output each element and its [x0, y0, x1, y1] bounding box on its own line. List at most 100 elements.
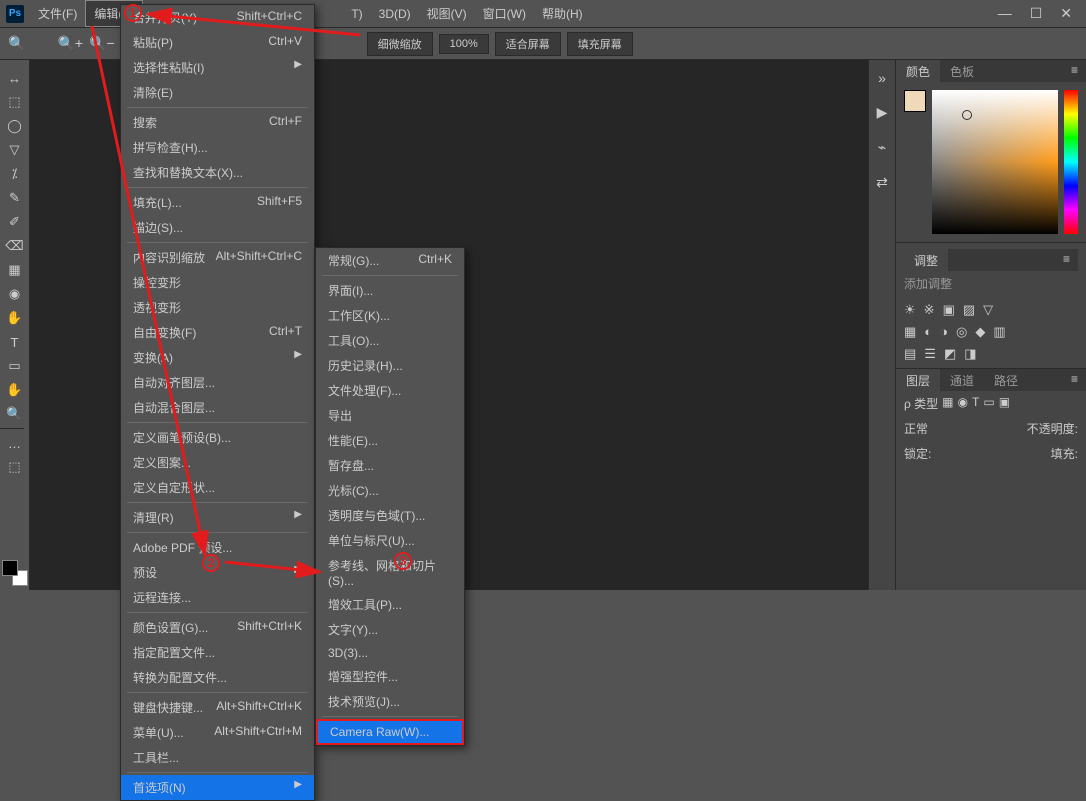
levels-icon[interactable]: ※: [924, 302, 935, 318]
gradmap-icon[interactable]: ☰: [924, 346, 936, 362]
pref-menu-item[interactable]: 导出: [316, 403, 464, 428]
edit-menu-item[interactable]: 键盘快捷键...Alt+Shift+Ctrl+K: [121, 695, 314, 720]
bw-icon[interactable]: ◐: [924, 324, 932, 340]
menu-t[interactable]: T): [343, 3, 370, 25]
pref-menu-item[interactable]: 技术预览(J)...: [316, 689, 464, 714]
filter-kind[interactable]: ρ 类型: [904, 395, 938, 412]
pref-menu-item[interactable]: 3D(3)...: [316, 642, 464, 664]
swap-icon[interactable]: ⇄: [876, 174, 888, 191]
selcol-icon[interactable]: ◩: [944, 346, 956, 362]
styles-icon[interactable]: ⌁: [878, 139, 886, 156]
pref-menu-item[interactable]: 光标(C)...: [316, 478, 464, 503]
opt-scrubby[interactable]: 细微缩放: [367, 32, 433, 56]
pref-menu-item[interactable]: 暂存盘...: [316, 453, 464, 478]
edit-menu-item[interactable]: 合并拷贝(Y)Shift+Ctrl+C: [121, 5, 314, 30]
tab-paths[interactable]: 路径: [984, 369, 1028, 391]
opt-fit[interactable]: 适合屏幕: [495, 32, 561, 56]
color-field[interactable]: [932, 90, 1058, 234]
adj-menu-icon[interactable]: ≡: [1055, 249, 1078, 271]
edit-menu-item[interactable]: 填充(L)...Shift+F5: [121, 190, 314, 215]
edit-menu-item[interactable]: 粘贴(P)Ctrl+V: [121, 30, 314, 55]
panel-menu-icon[interactable]: ≡: [1063, 60, 1086, 82]
tab-swatches[interactable]: 色板: [940, 60, 984, 82]
edit-menu-item[interactable]: 颜色设置(G)...Shift+Ctrl+K: [121, 615, 314, 640]
expand-icon[interactable]: »: [878, 70, 886, 86]
edit-menu-item[interactable]: 工具栏...: [121, 745, 314, 770]
menu-view[interactable]: 视图(V): [419, 1, 475, 26]
type-tool-icon[interactable]: T: [3, 331, 27, 353]
minimize-icon[interactable]: —: [998, 5, 1012, 22]
edit-menu-item[interactable]: 转换为配置文件...: [121, 665, 314, 690]
edit-menu-item[interactable]: 自动对齐图层...: [121, 370, 314, 395]
hand-tool-icon[interactable]: ✋: [3, 379, 27, 401]
menu-help[interactable]: 帮助(H): [534, 1, 591, 26]
pencil-tool-icon[interactable]: ✐: [3, 211, 27, 233]
crop-tool-icon[interactable]: ⁒: [3, 163, 27, 185]
edit-menu-item[interactable]: 拼写检查(H)...: [121, 135, 314, 160]
brightness-icon[interactable]: ☀: [904, 302, 916, 318]
pref-menu-item[interactable]: 透明度与色域(T)...: [316, 503, 464, 528]
exposure-icon[interactable]: ▨: [963, 302, 975, 318]
hue-icon[interactable]: ▦: [904, 324, 916, 340]
color-picker-ring[interactable]: [962, 110, 972, 120]
edit-menu-item[interactable]: 清除(E): [121, 80, 314, 105]
menu-file[interactable]: 文件(F): [30, 1, 85, 26]
pref-menu-item[interactable]: 文件处理(F)...: [316, 378, 464, 403]
edit-menu-item[interactable]: 远程连接...: [121, 585, 314, 610]
hue-slider[interactable]: [1064, 90, 1078, 234]
edit-menu-item[interactable]: 菜单(U)...Alt+Shift+Ctrl+M: [121, 720, 314, 745]
color-chips[interactable]: [2, 560, 28, 586]
edit-menu-item[interactable]: 内容识别缩放Alt+Shift+Ctrl+C: [121, 245, 314, 270]
dodge-tool-icon[interactable]: ◉: [3, 283, 27, 305]
fg-color-chip[interactable]: [2, 560, 18, 576]
edit-menu-item[interactable]: Adobe PDF 预设...: [121, 535, 314, 560]
edit-menu-item[interactable]: 选择性粘贴(I)▶: [121, 55, 314, 80]
thresh-icon[interactable]: ▤: [904, 346, 916, 362]
play-icon[interactable]: ▶: [877, 104, 888, 121]
lookup-icon[interactable]: ◎: [956, 324, 967, 340]
mixer-icon[interactable]: ◑: [940, 324, 948, 340]
edit-toolbar-icon[interactable]: …: [3, 432, 27, 454]
filt-smart-icon[interactable]: ▣: [999, 395, 1010, 412]
pref-menu-item[interactable]: 工作区(K)...: [316, 303, 464, 328]
filt-adj-icon[interactable]: ◉: [958, 395, 968, 412]
zoom-out-icon[interactable]: 🔍−: [89, 35, 115, 52]
lasso-tool-icon[interactable]: ◯: [3, 115, 27, 137]
menu-3d[interactable]: 3D(D): [371, 3, 419, 25]
edit-menu-item[interactable]: 透视变形: [121, 295, 314, 320]
pref-menu-item[interactable]: 文字(Y)...: [316, 617, 464, 642]
move-tool-icon[interactable]: ↔: [3, 67, 27, 89]
edit-menu-item[interactable]: 定义自定形状...: [121, 475, 314, 500]
edit-menu-item[interactable]: 描边(S)...: [121, 215, 314, 240]
zoom-tool-icon[interactable]: 🔍: [8, 35, 25, 52]
edit-menu-item[interactable]: 首选项(N)▶: [121, 775, 314, 800]
brush-tool-icon[interactable]: ✎: [3, 187, 27, 209]
edit-menu-item[interactable]: 查找和替换文本(X)...: [121, 160, 314, 185]
misc-icon[interactable]: ◨: [964, 346, 976, 362]
pref-menu-item[interactable]: 界面(I)...: [316, 278, 464, 303]
filt-img-icon[interactable]: ▦: [942, 395, 953, 412]
edit-menu-item[interactable]: 变换(A)▶: [121, 345, 314, 370]
maximize-icon[interactable]: ☐: [1030, 5, 1043, 22]
invert-icon[interactable]: ◆: [975, 324, 985, 340]
pref-menu-item[interactable]: 常规(G)...Ctrl+K: [316, 248, 464, 273]
zoom-in-icon[interactable]: 🔍+: [57, 35, 83, 52]
pref-menu-item[interactable]: 单位与标尺(U)...: [316, 528, 464, 553]
pref-menu-item[interactable]: 增效工具(P)...: [316, 592, 464, 617]
edit-menu-item[interactable]: 清理(R)▶: [121, 505, 314, 530]
layers-menu-icon[interactable]: ≡: [1063, 369, 1086, 391]
tab-adjust[interactable]: 调整: [904, 249, 948, 271]
menu-window[interactable]: 窗口(W): [475, 1, 534, 26]
current-swatch[interactable]: [904, 90, 926, 112]
curves-icon[interactable]: ▣: [943, 302, 955, 318]
edit-menu-item[interactable]: 自动混合图层...: [121, 395, 314, 420]
pref-menu-item[interactable]: 参考线、网格和切片(S)...: [316, 553, 464, 592]
blend-mode[interactable]: 正常: [904, 420, 928, 437]
pref-menu-item[interactable]: 工具(O)...: [316, 328, 464, 353]
tab-layers[interactable]: 图层: [896, 369, 940, 391]
edit-menu-item[interactable]: 预设▶: [121, 560, 314, 585]
zoom-toolbar-icon[interactable]: 🔍: [3, 403, 27, 425]
pref-menu-item[interactable]: 增强型控件...: [316, 664, 464, 689]
filt-type-icon[interactable]: T: [972, 395, 979, 412]
opt-100[interactable]: 100%: [439, 34, 489, 54]
